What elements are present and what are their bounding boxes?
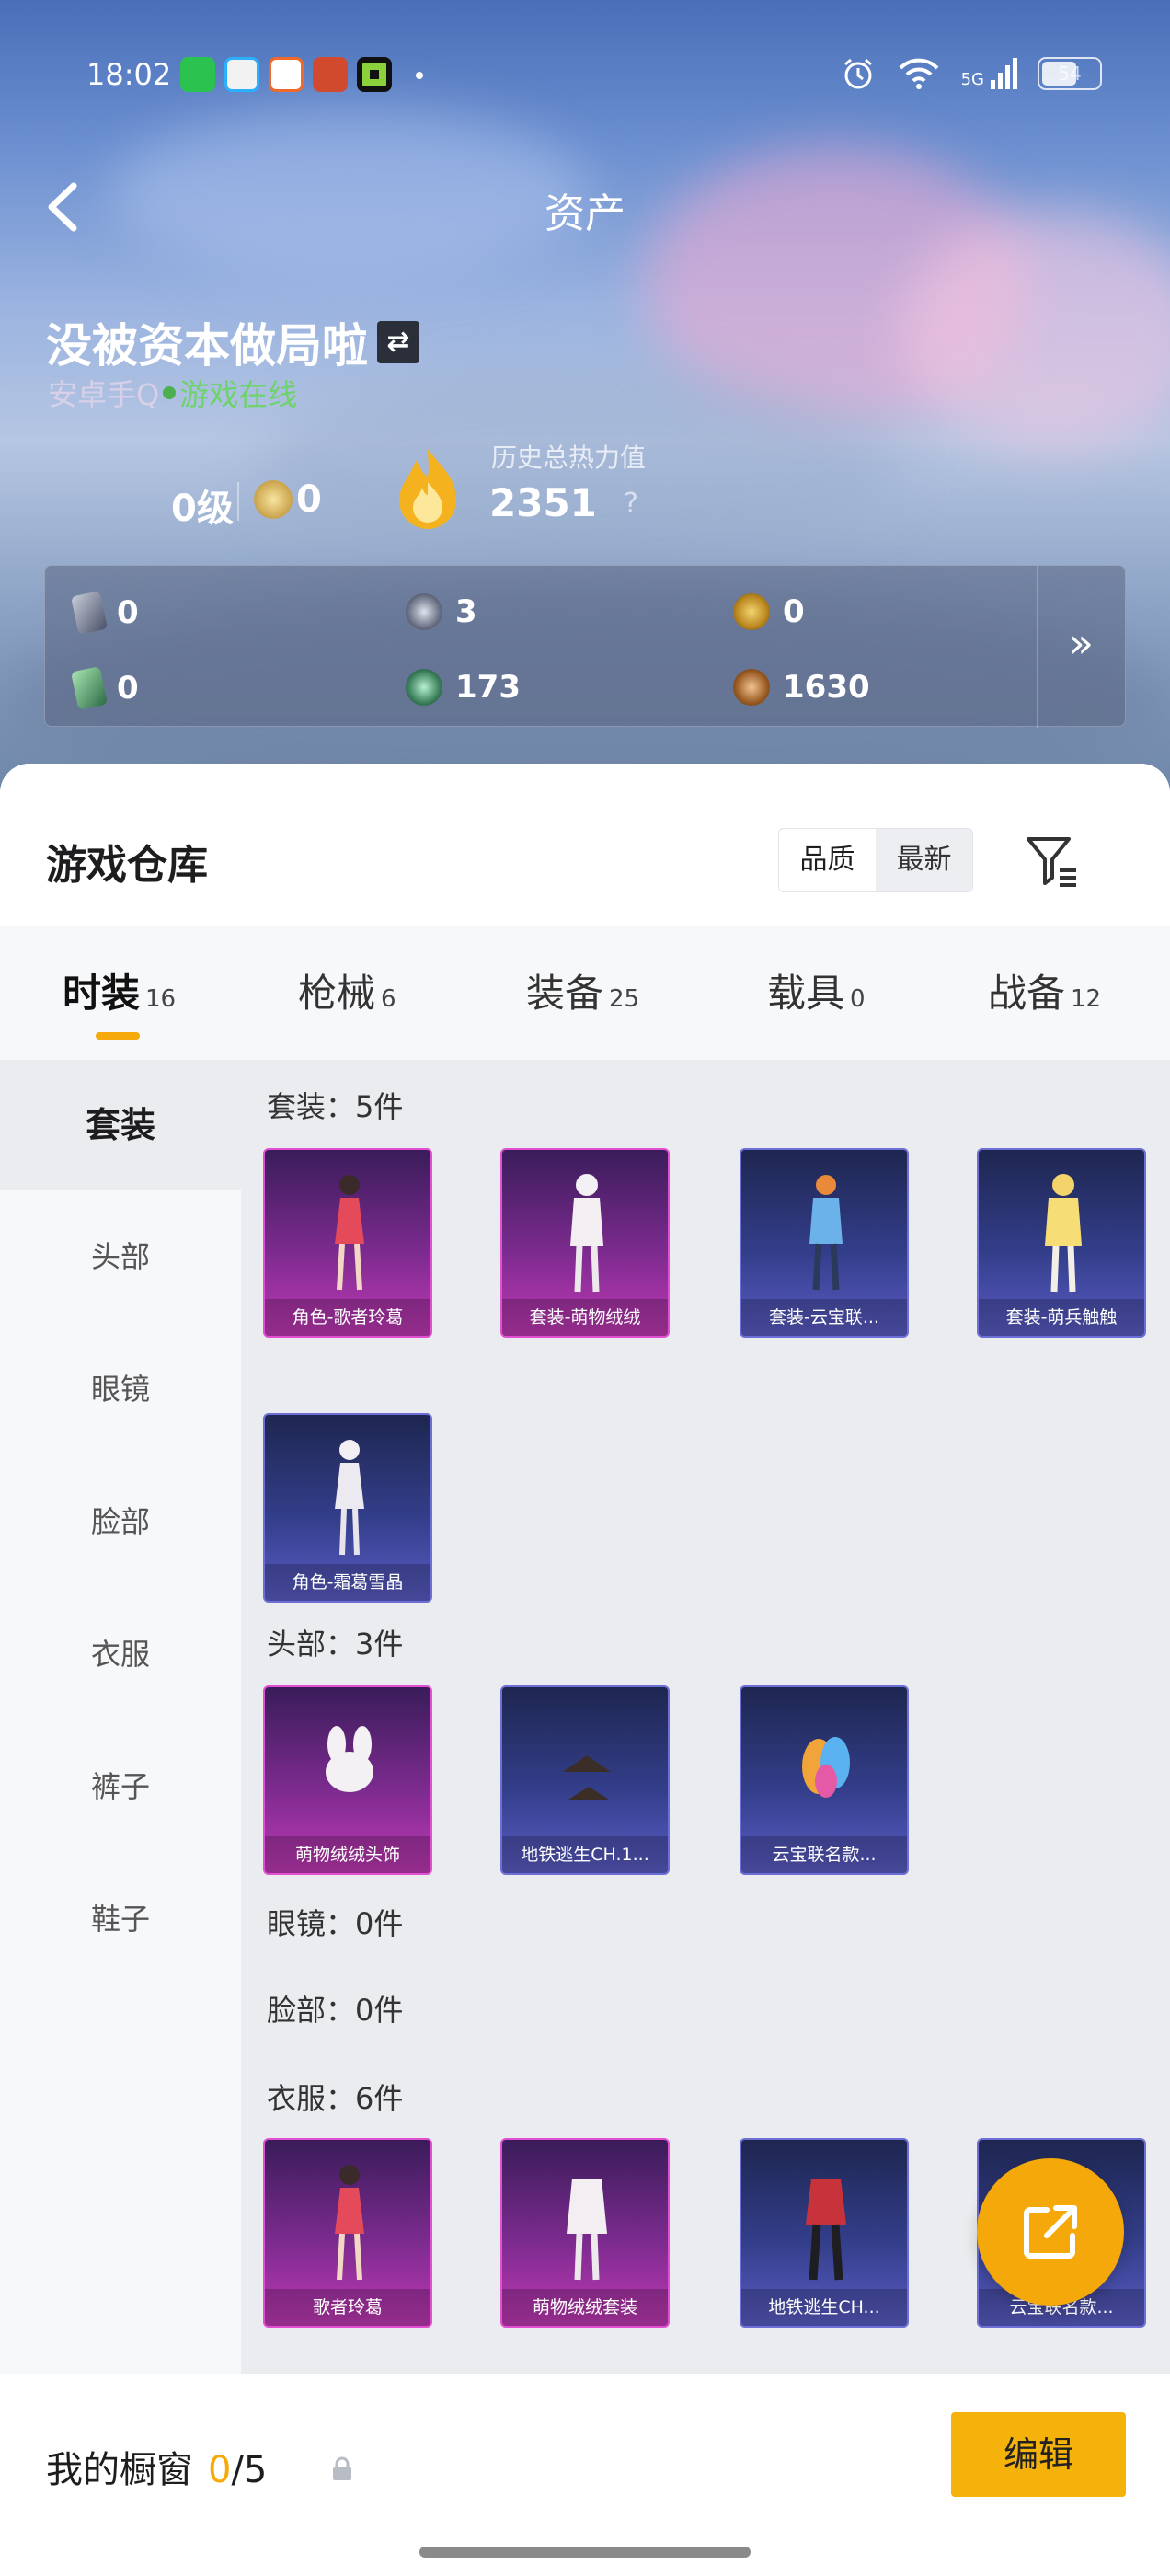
heat-value: 2351 <box>489 480 597 525</box>
side-item-clothes[interactable]: 衣服 <box>0 1588 241 1720</box>
category-tabs: 时装 16 枪械 6 装备 25 载具 0 战备 12 <box>0 926 1170 1060</box>
green-orb-icon <box>406 669 442 706</box>
resource-item[interactable]: 0 <box>70 666 139 710</box>
resource-item[interactable]: 3 <box>406 593 477 630</box>
video-app-icon <box>224 57 259 92</box>
side-item-head[interactable]: 头部 <box>0 1190 241 1323</box>
section-title-face: 脸部：0件 <box>267 1993 404 2028</box>
tab-gear[interactable]: 战备 12 <box>988 962 1101 1018</box>
resource-item[interactable]: 0 <box>733 593 805 630</box>
tab-indicator <box>96 1032 140 1040</box>
side-item-suits[interactable]: 套装 <box>0 1060 241 1190</box>
item-card[interactable]: 角色-霜葛雪晶 <box>263 1413 432 1603</box>
gray-card-icon <box>70 591 109 635</box>
item-card[interactable]: 萌物绒绒头饰 <box>263 1685 432 1875</box>
section-title-head: 头部：3件 <box>267 1627 404 1662</box>
tab-equipment[interactable]: 装备 25 <box>526 962 639 1018</box>
flame-icon <box>399 449 456 529</box>
item-card[interactable]: 套装-云宝联... <box>740 1148 909 1338</box>
item-card[interactable]: 角色-歌者玲葛 <box>263 1148 432 1338</box>
lock-icon <box>333 2456 351 2480</box>
player-name: 没被资本做局啦 ⇄ <box>46 309 419 375</box>
filter-icon[interactable] <box>1025 834 1080 889</box>
tab-vehicles[interactable]: 载具 0 <box>767 962 866 1018</box>
section-title-suits: 套装：5件 <box>267 1089 404 1124</box>
character-figure-icon <box>335 1440 364 1556</box>
sort-newest-button[interactable]: 最新 <box>876 829 972 891</box>
side-item-shoes[interactable]: 鞋子 <box>0 1853 241 1985</box>
warehouse-sheet: 游戏仓库 品质 最新 时装 16 枪械 6 装备 25 载具 0 战备 12 套… <box>0 764 1170 2576</box>
outfit-icon <box>567 2179 607 2281</box>
wig-icon <box>802 1737 850 1798</box>
medal-count: 0 <box>296 478 322 521</box>
edit-button[interactable]: 编辑 <box>951 2412 1126 2497</box>
item-card[interactable]: 歌者玲葛 <box>263 2138 432 2328</box>
switch-account-icon[interactable]: ⇄ <box>377 321 419 363</box>
status-time: 18:02 <box>86 57 172 92</box>
side-item-pants[interactable]: 裤子 <box>0 1720 241 1853</box>
tab-fashion[interactable]: 时装 16 <box>63 962 176 1018</box>
photo-app-icon <box>269 57 304 92</box>
character-figure-icon <box>335 2165 364 2281</box>
player-status: 安卓手Q 游戏在线 <box>48 377 298 412</box>
side-item-face[interactable]: 脸部 <box>0 1455 241 1588</box>
warehouse-header: 游戏仓库 品质 最新 <box>0 764 1170 926</box>
medal-icon <box>254 480 292 519</box>
outfit-icon <box>806 2179 846 2281</box>
warehouse-title: 游戏仓库 <box>46 842 208 889</box>
signal-5g: 5G <box>961 58 1017 89</box>
online-dot-icon <box>163 386 177 399</box>
expand-resources-button[interactable]: » <box>1037 566 1125 728</box>
section-title-clothes: 衣服：6件 <box>267 2081 404 2116</box>
gold-coin-icon <box>733 593 770 630</box>
more-notifications-icon <box>416 72 423 79</box>
resource-item[interactable]: 1630 <box>733 669 870 706</box>
resource-item[interactable]: 173 <box>406 669 521 706</box>
share-button[interactable] <box>977 2158 1124 2306</box>
character-figure-icon <box>335 1175 364 1291</box>
section-title-glasses: 眼镜：0件 <box>267 1906 404 1941</box>
character-figure-icon <box>1045 1174 1082 1293</box>
news-app-icon <box>313 57 348 92</box>
hat-icon <box>326 1726 373 1792</box>
game-app-icon <box>357 57 392 92</box>
page-title: 资产 <box>545 190 625 237</box>
character-figure-icon <box>809 1175 843 1291</box>
battery-icon: 54 <box>1038 57 1102 90</box>
tab-weapons[interactable]: 枪械 6 <box>298 962 396 1018</box>
player-level: 0级 <box>171 488 234 530</box>
sort-quality-button[interactable]: 品质 <box>779 829 876 891</box>
side-item-glasses[interactable]: 眼镜 <box>0 1323 241 1455</box>
item-card[interactable]: 云宝联名款... <box>740 1685 909 1875</box>
character-figure-icon <box>570 1174 603 1293</box>
side-nav: 套装 头部 眼镜 脸部 衣服 裤子 鞋子 <box>0 1060 241 2440</box>
alarm-icon <box>843 58 872 89</box>
item-card[interactable]: 套装-萌物绒绒 <box>500 1148 670 1338</box>
resource-item[interactable]: 0 <box>70 591 139 635</box>
heat-label: 历史总热力值 <box>491 443 647 473</box>
hat-icon <box>563 1755 611 1800</box>
green-card-icon <box>70 666 109 710</box>
showcase-label: 我的橱窗 0/5 <box>46 2449 268 2491</box>
item-card[interactable]: 地铁逃生CH.1... <box>500 1685 670 1875</box>
status-bar: 18:02 5G 54 <box>0 46 1170 101</box>
bronze-coin-icon <box>733 669 770 706</box>
showcase-count: 0/5 <box>208 2449 268 2491</box>
item-card[interactable]: 地铁逃生CH... <box>740 2138 909 2328</box>
divider <box>237 482 239 521</box>
share-icon <box>1024 2205 1077 2259</box>
home-indicator[interactable] <box>419 2547 751 2558</box>
wifi-icon <box>899 58 939 89</box>
resource-panel: 0 3 0 0 173 1630 » <box>44 565 1126 728</box>
sort-toggle: 品质 最新 <box>778 828 973 892</box>
hero-banner: 18:02 5G 54 资产 没被资本做局啦 ⇄ 安卓手Q 游戏在线 0级 0 … <box>0 0 1170 800</box>
showcase-bar: 我的橱窗 0/5 编辑 <box>0 2374 1170 2576</box>
item-card[interactable]: 套装-萌兵触触 <box>977 1148 1146 1338</box>
silver-coin-icon <box>406 593 442 630</box>
wechat-icon <box>180 57 215 92</box>
help-icon[interactable]: ? <box>624 488 638 520</box>
item-card[interactable]: 萌物绒绒套装 <box>500 2138 670 2328</box>
